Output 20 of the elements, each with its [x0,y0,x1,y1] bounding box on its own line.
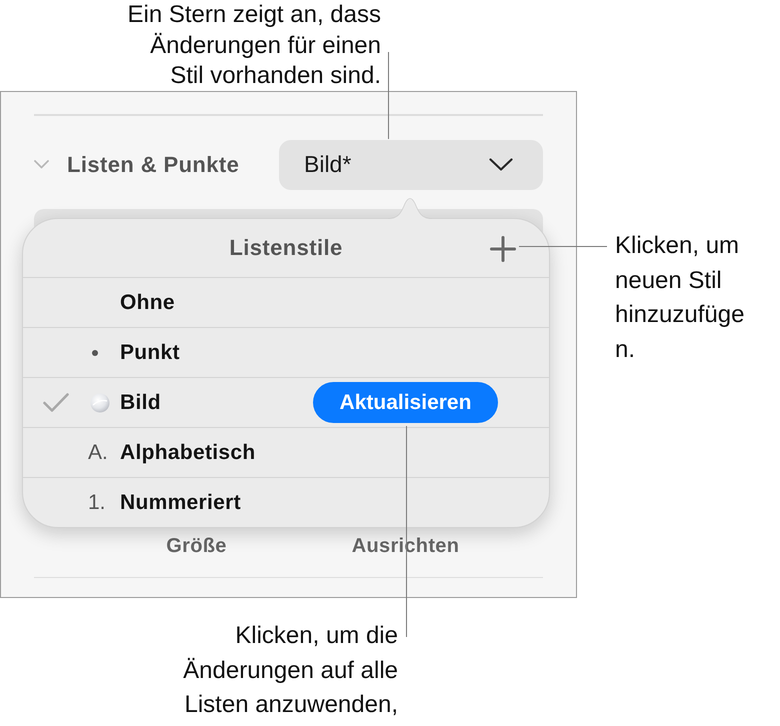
chevron-down-icon [489,158,513,171]
field-label: Größe [166,535,227,558]
popover-title: Listenstile [229,235,343,261]
list-style-item[interactable]: A. Alphabetisch [23,427,549,477]
callout-text: Klicken, um die Änderungen auf alle Listen anzuwenden, [183,621,398,720]
add-button[interactable] [490,236,516,262]
list-style-item[interactable]: Punkt [23,327,549,377]
list-style-item[interactable]: 1. Nummeriert [23,477,549,527]
plus-icon [490,236,516,262]
style-popup[interactable]: Bild* [279,140,543,190]
callout-text: Klicken, um neuen Stil hinzuzufüge n. [615,231,744,364]
callout-text: Ein Stern zeigt an, dass Änderungen für einen Stil vorhanden sind. [128,0,381,91]
list-style-item[interactable]: Ohne [23,277,549,327]
section-title: Listen & Punkte [67,152,240,178]
list-marker: 1. [88,490,106,514]
disc-icon [90,392,110,412]
list-style-item[interactable]: Bild Aktualisieren [23,377,549,427]
bullet-icon [92,350,98,356]
update-button[interactable]: Aktualisieren [313,382,498,423]
list-marker: A. [88,440,108,464]
